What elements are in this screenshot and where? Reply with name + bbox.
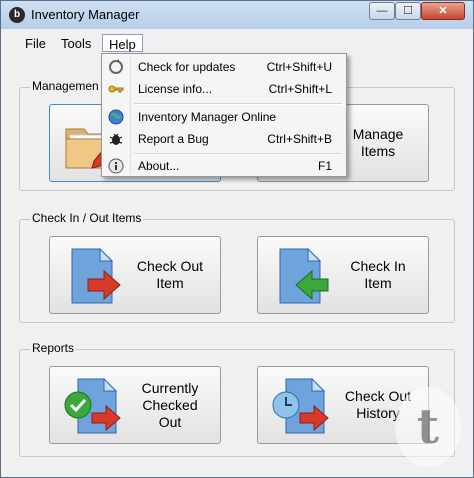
app-logo-icon: b (9, 7, 25, 23)
check-in-item-label: Check In Item (350, 258, 406, 291)
reports-group: Reports Currently Checked Out Check Out … (19, 341, 455, 457)
menu-item-shortcut: F1 (317, 159, 332, 173)
menu-separator (134, 103, 342, 105)
checkinout-group-label: Check In / Out Items (30, 211, 144, 225)
menu-item-label: Report a Bug (138, 132, 209, 146)
minimize-button[interactable]: — (369, 2, 395, 20)
currently-checked-out-button[interactable]: Currently Checked Out (49, 366, 221, 444)
title-bar[interactable]: b Inventory Manager — ☐ ✕ (1, 1, 473, 29)
help-dropdown-menu: Check for updates Ctrl+Shift+U License i… (101, 53, 347, 177)
bug-icon (109, 133, 123, 145)
menu-help[interactable]: Help (102, 34, 143, 52)
key-icon (108, 85, 124, 93)
manage-items-label: Manage Items (352, 126, 404, 159)
document-check-icon (64, 377, 121, 434)
check-in-item-button[interactable]: Check In Item (257, 236, 429, 314)
management-group-label: Managemen (30, 79, 101, 93)
menu-item-report-bug[interactable]: Report a Bug Ctrl+Shift+B (104, 128, 344, 150)
menu-item-label: About... (138, 159, 180, 173)
menu-item-license-info[interactable]: License info... Ctrl+Shift+L (104, 78, 344, 100)
info-icon (108, 158, 124, 174)
reports-group-label: Reports (30, 341, 77, 355)
check-out-item-button[interactable]: Check Out Item (49, 236, 221, 314)
checkinout-group: Check In / Out Items Check Out Item Chec… (19, 211, 455, 323)
menu-item-shortcut: Ctrl+Shift+L (268, 82, 332, 96)
menu-item-check-updates[interactable]: Check for updates Ctrl+Shift+U (104, 56, 344, 78)
maximize-button[interactable]: ☐ (395, 2, 421, 20)
menu-item-label: License info... (138, 82, 213, 96)
document-clock-icon (272, 377, 329, 434)
menu-item-label: Inventory Manager Online (138, 110, 277, 124)
menu-tools[interactable]: Tools (55, 34, 97, 52)
menu-bar: File Tools Help (1, 31, 473, 55)
menu-item-label: Check for updates (138, 60, 236, 74)
app-window: b Inventory Manager — ☐ ✕ File Tools Hel… (0, 0, 474, 478)
globe-icon (108, 109, 124, 125)
close-button[interactable]: ✕ (421, 2, 465, 20)
watermark-logo: t (395, 387, 461, 467)
menu-item-online[interactable]: Inventory Manager Online (104, 106, 344, 128)
window-title: Inventory Manager (31, 7, 140, 22)
currently-checked-out-label: Currently Checked Out (141, 379, 199, 430)
document-arrow-left-icon (279, 247, 329, 304)
menu-item-shortcut: Ctrl+Shift+B (267, 132, 332, 146)
menu-item-shortcut: Ctrl+Shift+U (266, 60, 332, 74)
check-out-item-label: Check Out Item (136, 258, 204, 291)
document-arrow-right-icon (71, 247, 121, 304)
update-icon (109, 59, 123, 74)
menu-item-about[interactable]: About... F1 (104, 155, 344, 177)
menu-file[interactable]: File (19, 34, 52, 52)
